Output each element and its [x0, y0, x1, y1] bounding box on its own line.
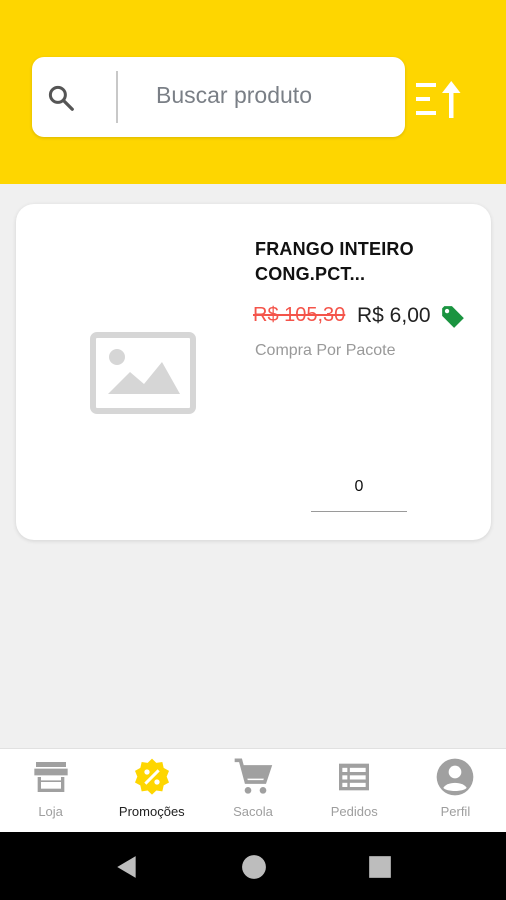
- nav-label: Perfil: [440, 804, 471, 819]
- back-icon[interactable]: [114, 854, 140, 880]
- nav-item-pedidos[interactable]: Pedidos: [304, 749, 405, 832]
- recents-icon[interactable]: [367, 854, 393, 880]
- discount-badge-icon: [134, 758, 169, 795]
- image-placeholder-icon: [90, 332, 196, 414]
- product-card[interactable]: FRANGO INTEIRO CONG.PCT... R$ 105,30 R$ …: [16, 204, 491, 540]
- nav-item-perfil[interactable]: Perfil: [405, 749, 506, 832]
- new-price: R$ 6,00: [357, 304, 431, 327]
- quantity-underline: [311, 511, 407, 512]
- account-icon: [437, 758, 474, 796]
- nav-label: Pedidos: [330, 804, 378, 819]
- cart-icon: [234, 758, 273, 794]
- nav-label: Loja: [38, 804, 63, 819]
- search-bar[interactable]: Buscar produto: [32, 57, 405, 137]
- bottom-navigation: Loja Promoções Sacola Pedidos Perfil: [0, 748, 506, 832]
- search-divider: [116, 71, 118, 123]
- product-subtitle: Compra Por Pacote: [255, 342, 396, 359]
- nav-item-sacola[interactable]: Sacola: [202, 749, 303, 832]
- system-navigation-bar: [0, 832, 506, 900]
- nav-label: Promoções: [118, 804, 185, 819]
- price-tag-icon: [442, 306, 464, 328]
- nav-item-loja[interactable]: Loja: [0, 749, 101, 832]
- search-icon: [48, 85, 74, 111]
- search-input[interactable]: Buscar produto: [156, 82, 312, 109]
- sort-icon[interactable]: [414, 78, 466, 124]
- product-title: FRANGO INTEIRO CONG.PCT...: [255, 239, 414, 284]
- list-icon: [339, 763, 370, 791]
- nav-item-promocoes[interactable]: Promoções: [101, 749, 202, 832]
- store-icon: [33, 762, 68, 792]
- header-bar: Buscar produto: [0, 0, 506, 184]
- nav-label: Sacola: [233, 804, 273, 819]
- home-icon[interactable]: [241, 854, 267, 880]
- old-price: R$ 105,30: [253, 304, 346, 326]
- quantity-input[interactable]: 0: [311, 478, 407, 496]
